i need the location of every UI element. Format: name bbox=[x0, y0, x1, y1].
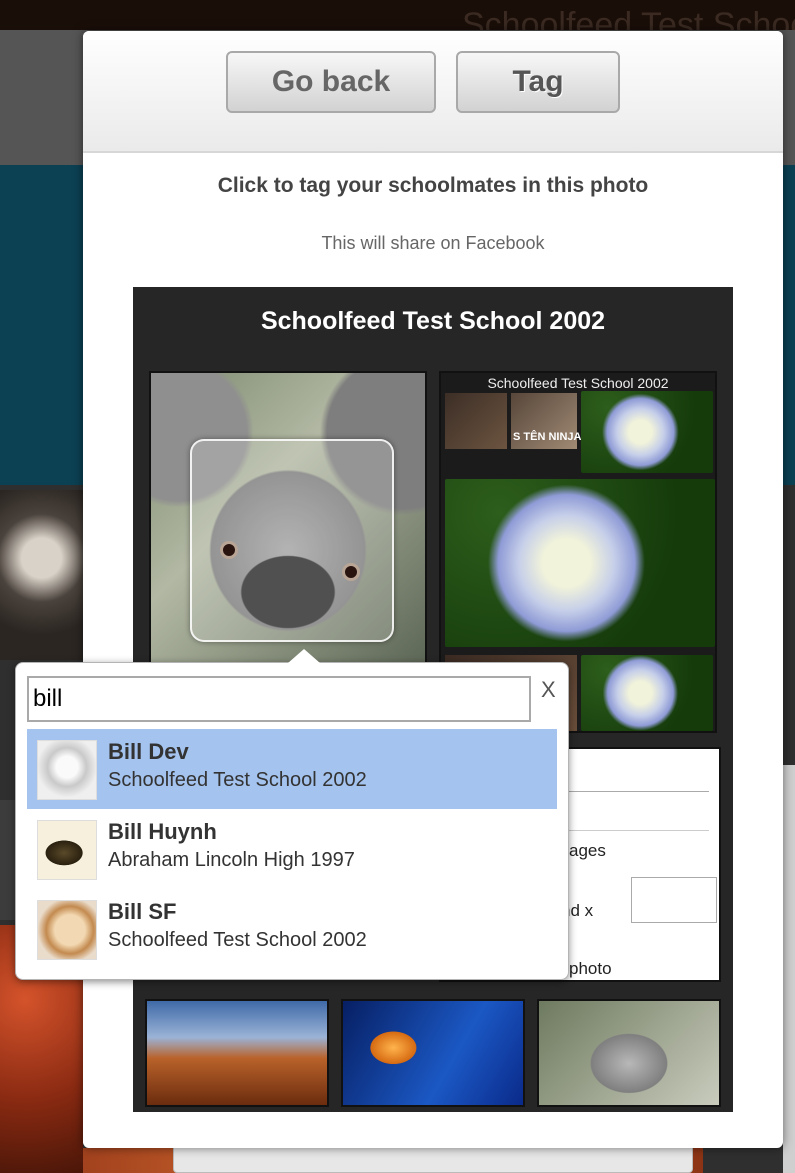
search-result-item[interactable]: Bill SF Schoolfeed Test School 2002 bbox=[27, 889, 557, 969]
avatar bbox=[37, 820, 97, 880]
avatar bbox=[37, 740, 97, 800]
tag-photo-modal: Go back Tag Click to tag your schoolmate… bbox=[83, 31, 783, 1148]
koala-left-eye bbox=[220, 541, 238, 559]
doc-text-pages: ages bbox=[569, 841, 606, 860]
popup-arrow bbox=[288, 649, 320, 663]
tag-button[interactable]: Tag bbox=[456, 51, 620, 113]
panel-title: Schoolfeed Test School 2002 bbox=[260, 307, 606, 335]
koala-thumbnail[interactable] bbox=[537, 999, 721, 1107]
result-name: Bill SF bbox=[108, 899, 177, 924]
collage-title: Schoolfeed Test School 2002 bbox=[487, 375, 669, 391]
result-name: Bill Dev bbox=[108, 739, 189, 764]
doc-box bbox=[631, 877, 717, 923]
doc-lines bbox=[569, 791, 709, 831]
collage-cat-photo: S TÊN NINJA bbox=[511, 393, 581, 449]
face-tag-box[interactable] bbox=[190, 439, 394, 642]
background-right-panel bbox=[783, 765, 795, 1173]
result-name: Bill Huynh bbox=[108, 819, 217, 844]
collage-mini-grid bbox=[445, 393, 507, 449]
result-school: Schoolfeed Test School 2002 bbox=[108, 929, 367, 951]
result-school: Abraham Lincoln High 1997 bbox=[108, 849, 355, 871]
tag-search-popup: X Bill Dev Schoolfeed Test School 2002 B… bbox=[15, 649, 569, 980]
koala-right-eye bbox=[342, 563, 360, 581]
desert-thumbnail[interactable] bbox=[145, 999, 329, 1107]
collage-hydrangea-small bbox=[581, 391, 713, 473]
close-popup-button[interactable]: X bbox=[541, 677, 556, 703]
result-school: Schoolfeed Test School 2002 bbox=[108, 769, 367, 791]
jellyfish-thumbnail[interactable] bbox=[341, 999, 525, 1107]
avatar bbox=[37, 900, 97, 960]
collage-hydrangea-large bbox=[445, 479, 715, 647]
schoolmate-search-input[interactable] bbox=[27, 676, 531, 722]
go-back-button[interactable]: Go back bbox=[226, 51, 436, 113]
modal-subheading: This will share on Facebook bbox=[321, 233, 545, 253]
modal-header: Go back Tag bbox=[83, 31, 783, 153]
collage-caption: S TÊN NINJA bbox=[513, 431, 582, 443]
modal-heading: Click to tag your schoolmates in this ph… bbox=[217, 174, 649, 197]
search-result-item[interactable]: Bill Huynh Abraham Lincoln High 1997 bbox=[27, 809, 557, 889]
collage-hydrangea-bottom bbox=[581, 655, 713, 731]
search-result-item[interactable]: Bill Dev Schoolfeed Test School 2002 bbox=[27, 729, 557, 809]
background-husky-photo bbox=[0, 490, 83, 660]
doc-text-photo: photo bbox=[569, 959, 612, 978]
